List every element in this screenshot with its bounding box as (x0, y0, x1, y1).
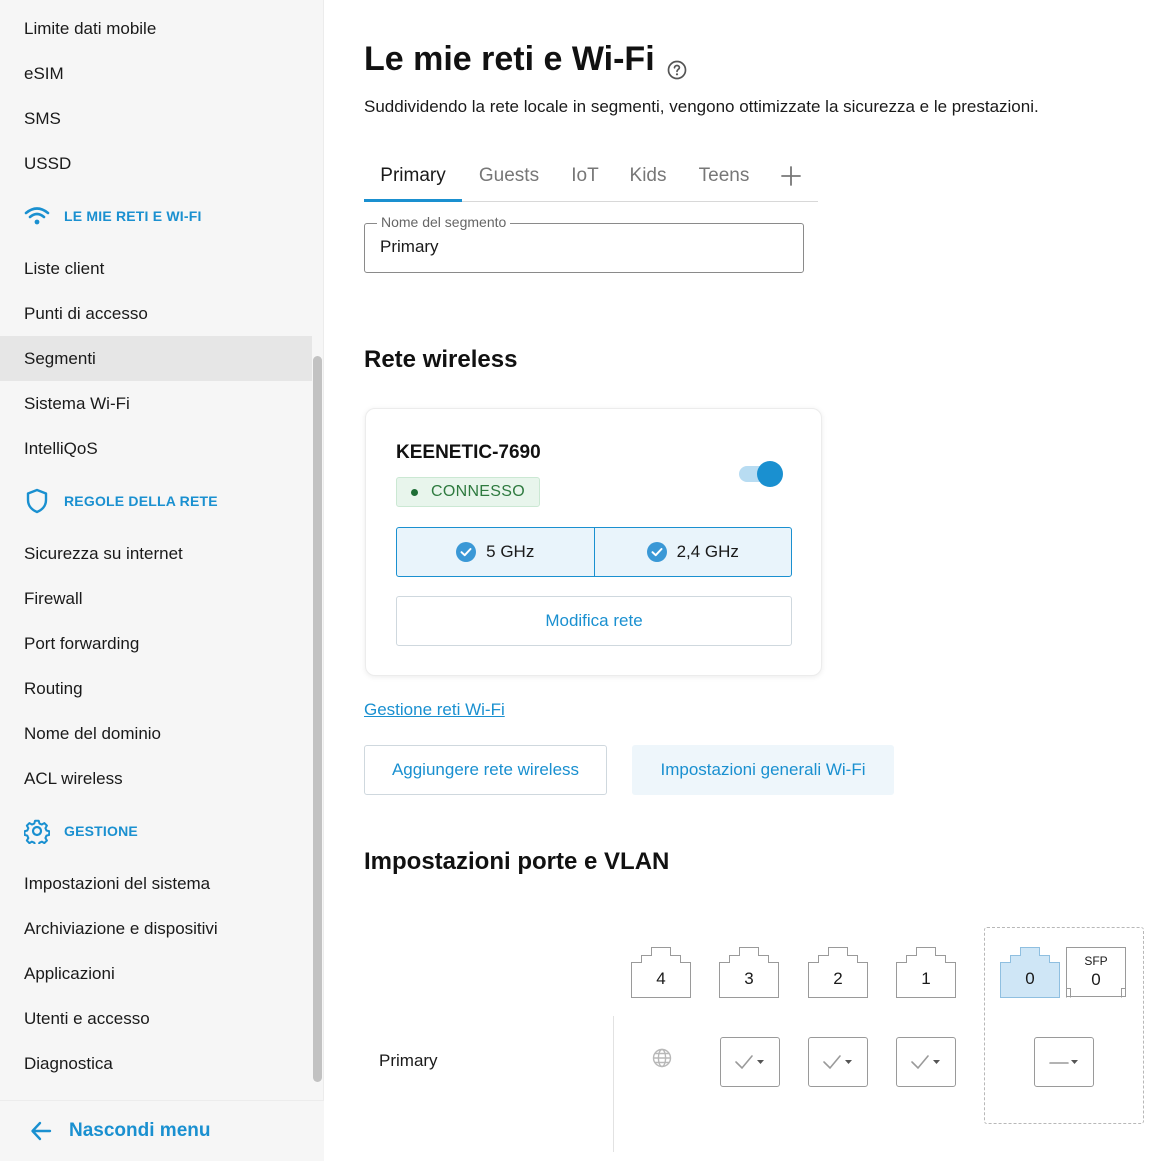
ports-heading: Impostazioni porte e VLAN (364, 848, 670, 875)
sidebar-section-networks[interactable]: LE MIE RETI E WI-FI (24, 201, 202, 231)
port-number: 1 (921, 969, 931, 988)
segment-tabs: Primary Guests IoT Kids Teens (364, 152, 818, 202)
page-subtitle: Suddividendo la rete locale in segmenti,… (364, 97, 1039, 116)
sidebar-item-ussd[interactable]: USSD (0, 141, 312, 186)
port-number: 4 (656, 969, 666, 988)
check-circle-icon (646, 542, 667, 562)
page-title-row: Le mie reti e Wi-Fi (364, 40, 687, 79)
band-2-4ghz[interactable]: 2,4 GHz (593, 528, 792, 576)
sidebar-scrollbar[interactable] (313, 356, 322, 1082)
sidebar-item-diagnostics[interactable]: Diagnostica (0, 1041, 312, 1086)
sidebar-item-client-list[interactable]: Liste client (0, 246, 312, 291)
sfp-port-0[interactable]: SFP 0 (1066, 947, 1126, 998)
sidebar-section-management[interactable]: GESTIONE (24, 816, 138, 846)
lan-port-3[interactable]: 3 (719, 947, 779, 998)
main-content: Le mie reti e Wi-Fi Suddividendo la rete… (325, 0, 1176, 1161)
band-5ghz[interactable]: 5 GHz (397, 528, 594, 576)
tab-teens[interactable]: Teens (684, 152, 764, 202)
sidebar-item-wifi-system[interactable]: Sistema Wi-Fi (0, 381, 312, 426)
status-dot-icon (411, 488, 418, 496)
toggle-knob (757, 461, 783, 487)
sidebar-item-wireless-acl[interactable]: ACL wireless (0, 756, 312, 801)
wifi-icon (24, 203, 50, 229)
port-2-mode-select[interactable] (808, 1037, 868, 1087)
shield-icon (24, 488, 50, 514)
wireless-network-card: KEENETIC-7690 CONNESSO 5 GHz 2,4 GHz Mod… (365, 408, 822, 676)
lan-port-1[interactable]: 1 (896, 947, 956, 998)
sidebar-item-applications[interactable]: Applicazioni (0, 951, 312, 996)
arrow-left-icon (30, 1120, 52, 1142)
wan-port-mode-select[interactable] (1034, 1037, 1094, 1087)
sfp-port-outline (1066, 988, 1126, 998)
status-badge: CONNESSO (396, 477, 540, 507)
port-1-mode-select[interactable] (896, 1037, 956, 1087)
add-segment-icon[interactable] (780, 165, 802, 187)
sidebar-menu: Limite dati mobile eSIM SMS USSD LE MIE … (0, 0, 324, 1100)
hide-menu-label: Nascondi menu (69, 1120, 211, 1141)
sidebar-section-label: GESTIONE (64, 823, 138, 839)
sidebar-item-system-settings[interactable]: Impostazioni del sistema (0, 861, 312, 906)
edit-network-button[interactable]: Modifica rete (396, 596, 792, 646)
band-selector: 5 GHz 2,4 GHz (396, 527, 792, 577)
tab-guests[interactable]: Guests (464, 152, 554, 202)
tab-iot[interactable]: IoT (558, 152, 612, 202)
port-number: 0 (1025, 969, 1035, 988)
check-dropdown-icon (911, 1055, 940, 1070)
page-title: Le mie reti e Wi-Fi (364, 40, 655, 78)
port-3-mode-select[interactable] (720, 1037, 780, 1087)
tab-kids[interactable]: Kids (616, 152, 680, 202)
lan-port-4[interactable]: 4 (631, 947, 691, 998)
wan-port-0[interactable]: 0 (1000, 947, 1060, 998)
port-number: 3 (744, 969, 754, 988)
segment-name-value[interactable]: Primary (380, 237, 439, 257)
sidebar-item-intelliqos[interactable]: IntelliQoS (0, 426, 312, 471)
band-label: 2,4 GHz (676, 542, 739, 561)
check-circle-icon (456, 542, 477, 562)
status-text: CONNESSO (431, 483, 525, 500)
network-name: KEENETIC-7690 (396, 442, 541, 463)
network-toggle[interactable] (737, 459, 785, 489)
sidebar-item-routing[interactable]: Routing (0, 666, 312, 711)
sidebar-section-rules[interactable]: REGOLE DELLA RETE (24, 486, 218, 516)
lan-port-2[interactable]: 2 (808, 947, 868, 998)
sidebar-item-domain-name[interactable]: Nome del dominio (0, 711, 312, 756)
sidebar-section-label: REGOLE DELLA RETE (64, 493, 218, 509)
sidebar-item-segments[interactable]: Segmenti (0, 336, 312, 381)
sidebar-item-access-points[interactable]: Punti di accesso (0, 291, 312, 336)
tab-primary[interactable]: Primary (364, 152, 462, 202)
sidebar-item-port-forwarding[interactable]: Port forwarding (0, 621, 312, 666)
hide-menu-button[interactable]: Nascondi menu (0, 1100, 324, 1161)
gear-icon (24, 818, 50, 844)
wireless-heading: Rete wireless (364, 346, 518, 373)
sidebar-item-mobile-data-limit[interactable]: Limite dati mobile (0, 6, 312, 51)
add-wireless-network-button[interactable]: Aggiungere rete wireless (364, 745, 607, 795)
sidebar-item-esim[interactable]: eSIM (0, 51, 312, 96)
band-label: 5 GHz (486, 542, 535, 561)
check-dropdown-icon (735, 1055, 764, 1070)
sidebar: Limite dati mobile eSIM SMS USSD LE MIE … (0, 0, 324, 1161)
check-dropdown-icon (823, 1055, 852, 1070)
segment-row-label: Primary (379, 1051, 438, 1070)
dash-dropdown-icon (1049, 1060, 1078, 1064)
segment-name-label: Nome del segmento (377, 214, 511, 230)
sidebar-item-sms[interactable]: SMS (0, 96, 312, 141)
wifi-general-settings-button[interactable]: Impostazioni generali Wi-Fi (632, 745, 894, 795)
segment-name-field[interactable]: Nome del segmento Primary (364, 214, 804, 273)
globe-icon (652, 1048, 672, 1068)
sidebar-item-internet-safety[interactable]: Sicurezza su internet (0, 531, 312, 576)
manage-wifi-networks-link[interactable]: Gestione reti Wi-Fi (364, 700, 505, 720)
port-number: 2 (833, 969, 843, 988)
sidebar-item-users-access[interactable]: Utenti e accesso (0, 996, 312, 1041)
sidebar-section-label: LE MIE RETI E WI-FI (64, 208, 202, 224)
sidebar-item-firewall[interactable]: Firewall (0, 576, 312, 621)
help-icon[interactable] (667, 50, 687, 79)
ports-divider (613, 1016, 614, 1152)
sidebar-item-storage-devices[interactable]: Archiviazione e dispositivi (0, 906, 312, 951)
